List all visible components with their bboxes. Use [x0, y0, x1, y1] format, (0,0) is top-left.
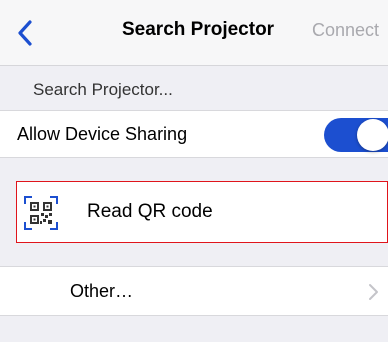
- back-button[interactable]: [10, 16, 40, 50]
- section-spacer: [0, 243, 388, 266]
- other-label: Other…: [70, 281, 134, 301]
- chevron-right-icon: [369, 284, 378, 300]
- read-qr-code-label: Read QR code: [87, 201, 213, 222]
- navigation-bar: Search Projector Connect: [0, 0, 388, 66]
- toggle-knob: [357, 119, 388, 151]
- qr-code-icon: [24, 196, 58, 230]
- section-header: Search Projector...: [0, 66, 388, 110]
- allow-device-sharing-toggle[interactable]: [324, 118, 388, 152]
- read-qr-code-row[interactable]: Read QR code: [16, 181, 388, 243]
- tab-connect[interactable]: Connect: [312, 20, 379, 41]
- page-title: Search Projector: [122, 19, 275, 40]
- allow-device-sharing-label: Allow Device Sharing: [17, 124, 188, 144]
- section-header-label: Search Projector...: [33, 80, 173, 99]
- allow-device-sharing-row: Allow Device Sharing: [0, 110, 388, 158]
- chevron-left-icon: [18, 20, 32, 46]
- section-spacer: [0, 158, 388, 181]
- other-row[interactable]: Other…: [0, 266, 388, 316]
